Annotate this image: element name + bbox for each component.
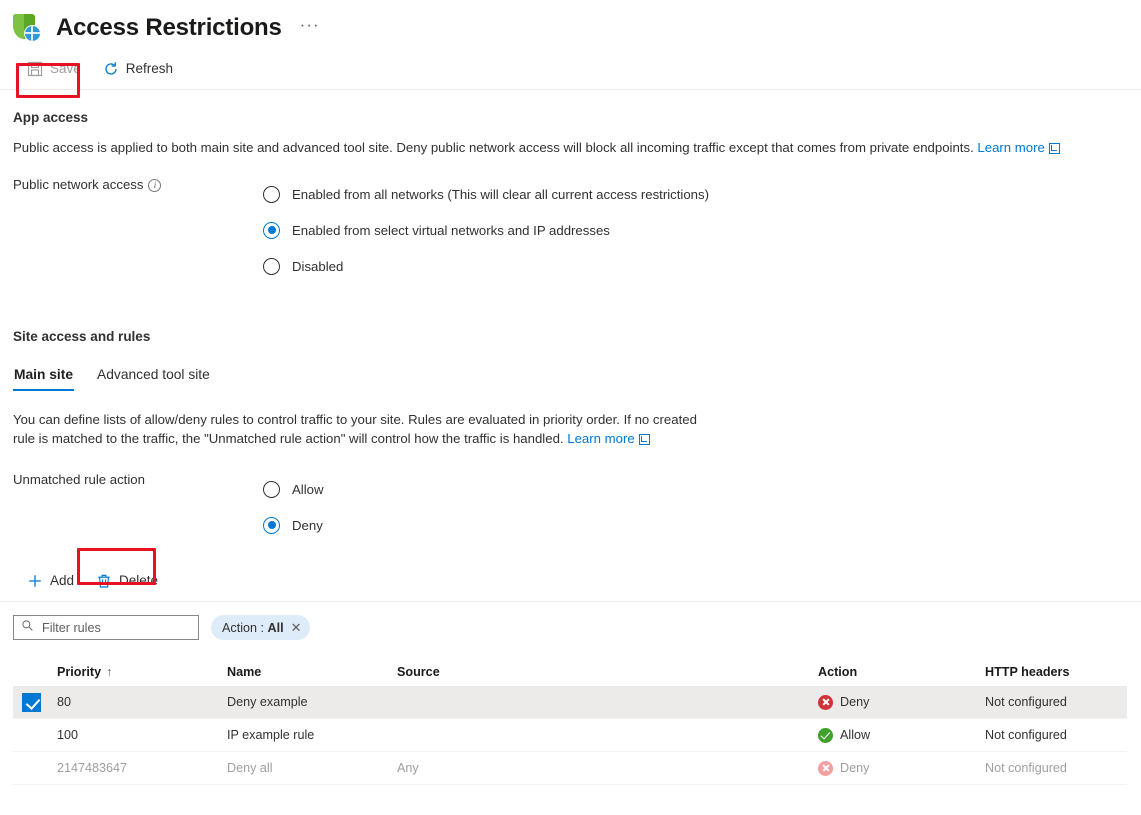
table-row: 2147483647 Deny all Any Deny Not configu… bbox=[13, 752, 1127, 785]
column-header-priority-label: Priority bbox=[57, 665, 102, 679]
action-filter-label: Action : All bbox=[222, 621, 284, 635]
cell-action: Allow bbox=[818, 727, 985, 743]
search-icon bbox=[21, 619, 34, 637]
radio-label: Enabled from select virtual networks and… bbox=[292, 222, 610, 238]
public-network-access-label-group: Public network access i bbox=[13, 176, 263, 284]
cell-priority: 80 bbox=[57, 695, 72, 709]
radio-circle-checked bbox=[263, 221, 280, 239]
cell-action: Deny bbox=[818, 694, 985, 710]
site-access-heading: Site access and rules bbox=[13, 329, 151, 344]
cell-source: Any bbox=[397, 761, 419, 775]
trash-icon bbox=[96, 573, 112, 589]
external-link-icon bbox=[1048, 142, 1060, 154]
info-icon[interactable]: i bbox=[148, 179, 162, 192]
cell-name: Deny example bbox=[227, 695, 308, 709]
app-access-description-text: Public access is applied to both main si… bbox=[13, 140, 978, 155]
refresh-button-label: Refresh bbox=[125, 61, 174, 76]
site-tabs: Main site Advanced tool site bbox=[0, 363, 1141, 391]
page-header: Access Restrictions ··· bbox=[0, 0, 1141, 48]
rules-command-bar: Add Delete bbox=[0, 560, 1141, 602]
refresh-icon bbox=[103, 61, 119, 77]
cell-action-label: Deny bbox=[840, 761, 870, 775]
refresh-button[interactable]: Refresh bbox=[94, 54, 182, 84]
cell-priority: 100 bbox=[57, 728, 79, 742]
public-network-access-label: Public network access bbox=[13, 177, 144, 192]
table-row[interactable]: 100 IP example rule Allow Not configured bbox=[13, 719, 1127, 752]
radio-circle bbox=[263, 257, 280, 275]
table-header-row: Priority ↑ Name Source Action HTTP header… bbox=[13, 658, 1127, 686]
save-disk-icon bbox=[27, 61, 43, 77]
radio-circle bbox=[263, 185, 280, 203]
cell-http-headers: Not configured bbox=[985, 695, 1067, 709]
unmatched-rule-action-label: Unmatched rule action bbox=[13, 472, 145, 487]
add-button[interactable]: Add bbox=[18, 566, 83, 596]
access-restrictions-page: Access Restrictions ··· Save Refresh App… bbox=[0, 0, 1141, 815]
tab-main-site[interactable]: Main site bbox=[13, 363, 75, 391]
command-bar: Save Refresh bbox=[0, 48, 1141, 90]
external-link-icon bbox=[638, 433, 650, 445]
cell-name: IP example rule bbox=[227, 728, 315, 742]
radio-label: Deny bbox=[292, 517, 323, 533]
app-access-heading: App access bbox=[13, 110, 89, 125]
column-header-action[interactable]: Action bbox=[818, 665, 985, 679]
radio-circle-checked bbox=[263, 516, 280, 534]
column-header-priority[interactable]: Priority ↑ bbox=[57, 665, 227, 679]
app-service-shield-icon bbox=[10, 11, 44, 45]
cell-http-headers: Not configured bbox=[985, 761, 1067, 775]
deny-icon-disabled bbox=[818, 760, 833, 776]
radio-unmatched-deny[interactable]: Deny bbox=[263, 507, 324, 543]
delete-button[interactable]: Delete bbox=[87, 566, 167, 596]
radio-label: Enabled from all networks (This will cle… bbox=[292, 186, 710, 202]
save-button-label: Save bbox=[50, 61, 81, 76]
filter-row: Action : All ✕ bbox=[0, 615, 1141, 640]
search-input[interactable] bbox=[42, 620, 191, 635]
radio-enabled-select-networks[interactable]: Enabled from select virtual networks and… bbox=[263, 212, 709, 248]
row-checkbox-cell[interactable] bbox=[13, 692, 57, 712]
radio-label: Disabled bbox=[292, 258, 344, 274]
rules-table: Priority ↑ Name Source Action HTTP header… bbox=[0, 658, 1141, 785]
app-access-description: Public access is applied to both main si… bbox=[0, 138, 1120, 157]
save-button[interactable]: Save bbox=[18, 54, 90, 84]
public-network-access-radio-group: Enabled from all networks (This will cle… bbox=[263, 176, 709, 284]
column-header-source[interactable]: Source bbox=[397, 665, 818, 679]
cell-priority: 2147483647 bbox=[57, 761, 128, 775]
add-button-label: Add bbox=[50, 573, 75, 588]
more-options-button[interactable]: ··· bbox=[300, 16, 320, 41]
column-header-http-headers[interactable]: HTTP headers bbox=[985, 665, 1127, 679]
radio-unmatched-allow[interactable]: Allow bbox=[263, 471, 324, 507]
plus-icon bbox=[27, 573, 43, 589]
close-icon[interactable]: ✕ bbox=[291, 621, 302, 634]
unmatched-rule-action-radio-group: Allow Deny bbox=[263, 471, 324, 543]
column-header-name[interactable]: Name bbox=[227, 665, 397, 679]
delete-button-label: Delete bbox=[119, 573, 159, 588]
cell-name: Deny all bbox=[227, 761, 273, 775]
public-network-access-field: Public network access i Enabled from all… bbox=[0, 176, 1141, 284]
table-row[interactable]: 80 Deny example Deny Not configured bbox=[13, 686, 1127, 719]
tab-advanced-tool-site[interactable]: Advanced tool site bbox=[96, 363, 211, 391]
radio-label: Allow bbox=[292, 481, 324, 497]
row-checkbox-checked[interactable] bbox=[22, 692, 41, 712]
filter-rules-search[interactable] bbox=[13, 615, 199, 640]
allow-icon bbox=[818, 727, 833, 743]
radio-enabled-all-networks[interactable]: Enabled from all networks (This will cle… bbox=[263, 176, 709, 212]
deny-icon bbox=[818, 694, 833, 710]
radio-disabled[interactable]: Disabled bbox=[263, 248, 709, 284]
cell-action: Deny bbox=[818, 760, 985, 776]
cell-http-headers: Not configured bbox=[985, 728, 1067, 742]
action-filter-pill[interactable]: Action : All ✕ bbox=[211, 615, 310, 640]
pill-prefix: Action : bbox=[222, 620, 268, 635]
pill-value: All bbox=[267, 620, 284, 635]
unmatched-rule-action-field: Unmatched rule action Allow Deny bbox=[0, 471, 1141, 543]
radio-circle bbox=[263, 480, 280, 498]
site-access-description: You can define lists of allow/deny rules… bbox=[0, 410, 710, 448]
site-access-learn-more-link[interactable]: Learn more bbox=[567, 431, 634, 446]
cell-action-label: Deny bbox=[840, 695, 870, 709]
sort-ascending-icon: ↑ bbox=[106, 665, 113, 679]
cell-action-label: Allow bbox=[840, 728, 871, 742]
app-access-learn-more-link[interactable]: Learn more bbox=[977, 140, 1044, 155]
page-title: Access Restrictions bbox=[56, 14, 282, 41]
